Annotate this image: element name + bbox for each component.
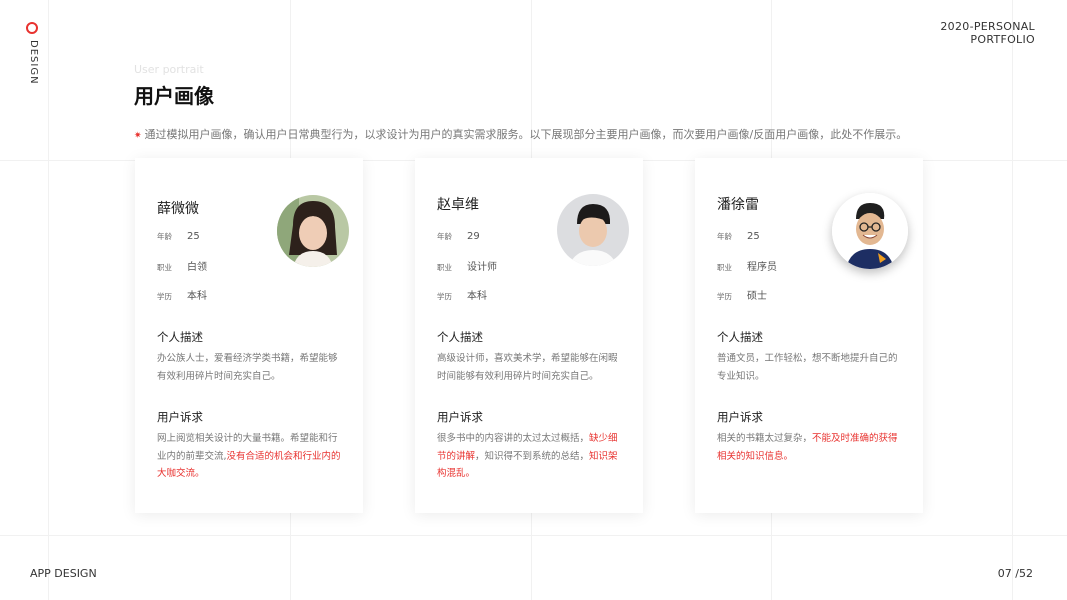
desc-text: 办公族人士，爱看经济学类书籍，希望能够有效利用碎片时间充实自己。 [157, 353, 338, 382]
desc-heading: 个人描述 [717, 330, 763, 344]
grid-line [1012, 0, 1013, 600]
persona-card: 赵卓维 年龄 29 职业 设计师 学历 本科 个人描述 高级设计师，喜欢美术学，希望能… [415, 158, 643, 513]
persona-card: 潘徐雷 年龄 25 职业 程序员 学历 硕士 个人描述 普通文员，工作轻松，想不断地提… [695, 158, 923, 513]
grid-line [48, 0, 49, 600]
avatar [832, 193, 908, 269]
avatar [277, 195, 349, 267]
persona-name: 薛微微 [157, 201, 199, 217]
circle-logo-icon [26, 22, 38, 34]
desc-heading: 个人描述 [437, 330, 483, 344]
desc-text: 高级设计师，喜欢美术学，希望能够在闲暇时间能够有效利用碎片时间充实自己。 [437, 353, 618, 382]
edu-row: 学历 本科 [437, 291, 487, 302]
age-row: 年龄 29 [437, 231, 480, 242]
grid-line [0, 535, 1067, 536]
section-eyebrow: User portrait [134, 63, 204, 76]
side-brand: DESIGN [26, 22, 40, 85]
desc-text: 普通文员，工作轻松，想不断地提升自己的专业知识。 [717, 353, 898, 382]
persona-name: 潘徐雷 [717, 197, 759, 213]
female-portrait-icon [277, 195, 349, 267]
portfolio-header: 2020-PERSONAL PORTFOLIO [940, 20, 1035, 46]
header-line-1: 2020-PERSONAL [940, 20, 1035, 33]
persona-name: 赵卓维 [437, 197, 479, 213]
needs-heading: 用户诉求 [717, 410, 763, 424]
desc-heading: 个人描述 [157, 330, 203, 344]
job-row: 职业 设计师 [437, 262, 497, 273]
header-line-2: PORTFOLIO [970, 33, 1035, 46]
page-title: 用户画像 [134, 84, 214, 108]
avatar [557, 194, 629, 266]
needs-text: 很多书中的内容讲的太过太过概括，缺少细节的讲解，知识得不到系统的总结，知识架构混… [437, 433, 618, 479]
asterisk-icon: ✷ [134, 131, 142, 141]
edu-row: 学历 硕士 [717, 291, 767, 302]
needs-text: 网上阅览相关设计的大量书籍。希望能和行业内的前辈交流,没有合适的机会和行业内的大… [157, 433, 341, 479]
side-label: DESIGN [28, 40, 39, 85]
intro-text: ✷ 通过模拟用户画像，确认用户日常典型行为，以求设计为用户的真实需求服务。以下展现… [134, 126, 907, 142]
edu-row: 学历 本科 [157, 291, 207, 302]
intro-body: 通过模拟用户画像，确认用户日常典型行为，以求设计为用户的真实需求服务。以下展现部… [144, 128, 908, 141]
page-number: 07 /52 [997, 567, 1033, 580]
needs-text: 相关的书籍太过复杂，不能及时准确的获得相关的知识信息。 [717, 433, 898, 462]
age-row: 年龄 25 [717, 231, 760, 242]
needs-heading: 用户诉求 [157, 410, 203, 424]
male-portrait-icon [557, 194, 629, 266]
persona-card: 薛微微 年龄 25 职业 白领 学历 本科 个人描述 办公族人士，爱看经济学类书籍，希… [135, 158, 363, 513]
job-row: 职业 白领 [157, 262, 207, 273]
needs-heading: 用户诉求 [437, 410, 483, 424]
age-row: 年龄 25 [157, 231, 200, 242]
footer-label: APP DESIGN [30, 567, 97, 580]
male-portrait-icon [832, 193, 908, 269]
job-row: 职业 程序员 [717, 262, 777, 273]
